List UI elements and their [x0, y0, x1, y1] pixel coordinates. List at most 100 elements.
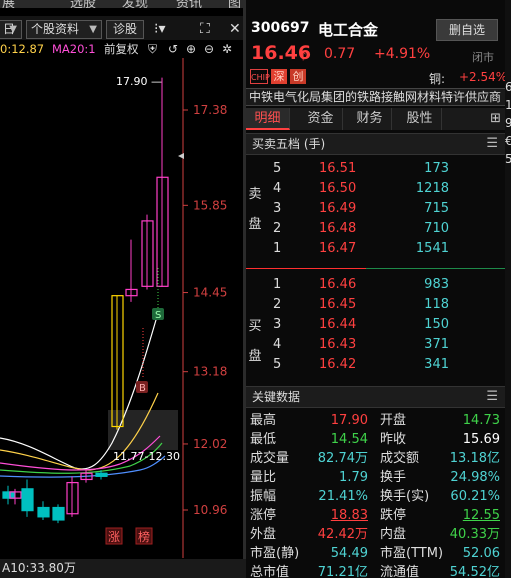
orderbook-row[interactable]: 1 16.46 983 [266, 274, 505, 295]
tag-row: CHIP 深 创 铜: +2.54% [246, 68, 507, 87]
menu-item[interactable]: 展 [2, 0, 15, 8]
stat-label: 外盘 [250, 527, 277, 542]
lock-icon[interactable]: ⛨ [148, 40, 157, 58]
orderbook-vol: 341 [424, 357, 449, 372]
tab-finance[interactable]: 财务 [348, 108, 392, 130]
gear-icon[interactable]: ✲ [222, 40, 232, 58]
orderbook-price: 16.44 [319, 317, 357, 332]
orderbook-row[interactable]: 3 16.44 150 [266, 314, 505, 335]
dropdown-icon[interactable]: ⁝▾ [154, 20, 165, 39]
orderbook-row[interactable]: 4 16.50 1218 [266, 178, 505, 199]
orderbook-vol: 983 [424, 277, 449, 292]
ma10-value: 0:12.87 [0, 42, 45, 56]
high-label: 17.90 — [116, 75, 162, 88]
fq-label[interactable]: 前复权 [104, 40, 139, 58]
stat-label: 振幅 [250, 489, 277, 504]
orderbook-header: 买卖五档 (手) ☰ [246, 133, 505, 155]
strip-char: 5 [505, 152, 511, 166]
menu-icon[interactable]: ☰ [486, 134, 498, 154]
market-status: 闭市 [472, 51, 494, 64]
strip-char: € [505, 134, 511, 148]
orderbook-row[interactable]: 2 16.45 118 [266, 294, 505, 315]
menu-item[interactable]: 选股 [70, 0, 96, 8]
sell-side-label: 卖盘 [248, 187, 262, 232]
orderbook-level: 2 [273, 297, 282, 312]
fullscreen-icon[interactable]: ⛶ [200, 20, 210, 39]
stats-header: 关键数据 ☰ [246, 386, 505, 408]
diagnose-button[interactable]: 诊股 [106, 20, 144, 39]
period-dropdown[interactable]: 日 ▼ [0, 20, 22, 39]
orderbook-price: 16.51 [319, 161, 357, 176]
candle-body [95, 472, 108, 477]
menu-item[interactable]: 发现 [122, 0, 148, 8]
tab-funds[interactable]: 资金 [299, 108, 343, 130]
orderbook-row[interactable]: 5 16.51 173 [266, 158, 505, 179]
remove-watchlist-button[interactable]: 删自选 [436, 19, 498, 41]
zoom-out-icon[interactable]: ⊖ [204, 40, 214, 58]
orderbook-level: 4 [273, 337, 282, 352]
quote-panel: 300697 电工合金 删自选 16.46 🡑 0.77 +4.91% 闭市 C… [246, 0, 511, 578]
expand-icon[interactable]: ⊞ [490, 111, 501, 126]
chuang-tag: 创 [290, 69, 306, 84]
stat-label: 涨停 [250, 508, 277, 523]
orderbook-vol: 1218 [415, 181, 449, 196]
orderbook-row[interactable]: 5 16.42 341 [266, 354, 505, 375]
price-tick-label: 12.02 [193, 437, 227, 451]
stats-title: 关键数据 [252, 390, 301, 404]
tab-details[interactable]: 明细 [246, 108, 290, 130]
top-menu: 展 选股 发现 资讯 图元记家 [0, 0, 246, 8]
price-tick-label: 17.38 [193, 103, 227, 117]
menu-item[interactable]: 资讯 [176, 0, 202, 8]
stat-value: 54.49 [330, 546, 368, 561]
close-icon[interactable]: ✕ [229, 20, 241, 39]
stat-label: 内盘 [380, 527, 407, 542]
orderbook-row[interactable]: 4 16.43 371 [266, 334, 505, 355]
orderbook-price: 16.49 [319, 201, 357, 216]
tab-traits[interactable]: 股性 [398, 108, 442, 130]
orderbook-row[interactable]: 2 16.48 710 [266, 218, 505, 239]
current-price-marker [178, 153, 184, 159]
zoom-in-icon[interactable]: ⊕ [186, 40, 196, 58]
range-label: 11.77-12.30 [113, 450, 180, 463]
kline-chart[interactable]: 17.38 15.85 14.45 13.18 12.02 10.96 17.90 — 11.… [0, 58, 246, 558]
ma-legend: 0:12.87 MA20:1 前复权 ⛨ ↺ ⊕ ⊖ ✲ [0, 40, 246, 58]
candle-body [21, 488, 34, 512]
orderbook-row[interactable]: 1 16.47 1541 [266, 238, 505, 259]
strip-char: 1 [505, 98, 511, 112]
orderbook-price: 16.48 [319, 221, 357, 236]
stat-value: 15.69 [462, 432, 500, 447]
stat-label: 换手(实) [380, 489, 430, 504]
strip-char: 6 [505, 80, 511, 94]
stat-value: 17.90 [330, 413, 368, 428]
stat-label: 昨收 [380, 432, 407, 447]
chip-tag[interactable]: CHIP [250, 69, 270, 84]
stock-name: 电工合金 [318, 21, 379, 39]
orderbook-vol: 150 [424, 317, 449, 332]
orderbook-level: 3 [273, 201, 282, 216]
bottom-tag: 涨 [108, 529, 120, 544]
sell-badge: S [155, 310, 161, 321]
price-tick-label: 15.85 [193, 198, 227, 212]
stat-label: 跌停 [380, 508, 407, 523]
orderbook-vol: 710 [424, 221, 449, 236]
stat-value: 24.98% [450, 470, 500, 485]
stat-value: 13.18亿 [449, 451, 500, 466]
menu-icon[interactable]: ☰ [486, 387, 498, 407]
stats-row: 最高 17.90 开盘 14.73 [246, 411, 505, 430]
chart-toolbar: 日 ▼ 个股资料 ▼ 诊股 ⁝▾ ⛶ ✕ [0, 16, 246, 40]
stat-label: 最高 [250, 413, 277, 428]
shen-tag: 深 [271, 69, 287, 84]
stats-row: 市盈(静) 54.49 市盈(TTM) 52.06 [246, 544, 505, 563]
orderbook-level: 1 [273, 241, 282, 256]
stat-value: 52.06 [462, 546, 500, 561]
bottom-tag: 榜 [138, 529, 150, 544]
price-tick-label: 10.96 [193, 503, 227, 517]
history-icon[interactable]: ↺ [168, 40, 178, 58]
stat-label: 量比 [250, 470, 277, 485]
sector-label[interactable]: 铜: [429, 70, 445, 87]
stat-label: 总市值 [250, 565, 290, 578]
orderbook-row[interactable]: 3 16.49 715 [266, 198, 505, 219]
stats-row: 涨停 18.83 跌停 12.55 [246, 506, 505, 525]
candle-body [37, 506, 50, 518]
info-dropdown[interactable]: 个股资料 ▼ [26, 20, 102, 39]
